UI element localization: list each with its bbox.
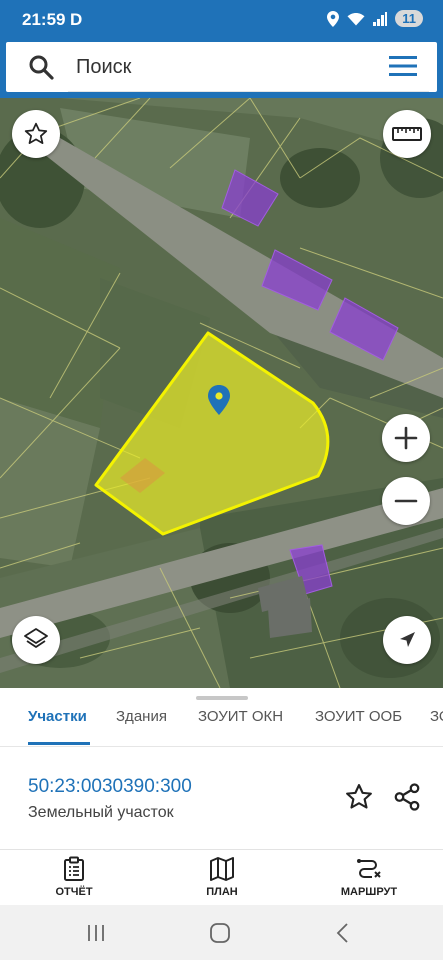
search-input[interactable]: Поиск	[76, 56, 131, 79]
search-underline	[68, 91, 429, 92]
tab-zo[interactable]: ЗО	[430, 708, 443, 746]
cadastral-number[interactable]: 50:23:0030390:300	[28, 776, 192, 798]
search-bar[interactable]: Поиск	[6, 42, 437, 92]
tab-parcels[interactable]: Участки	[28, 708, 87, 746]
report-icon	[64, 856, 84, 881]
status-time: 21:59	[22, 10, 66, 29]
signal-icon	[373, 11, 388, 26]
recent-apps-icon[interactable]	[84, 921, 108, 945]
carrier-indicator: D	[70, 10, 83, 29]
layers-button[interactable]	[12, 616, 60, 664]
tab-zouit-okn[interactable]: ЗОУИТ ОКН	[198, 708, 283, 746]
minus-icon	[394, 499, 418, 503]
navigation-arrow-icon	[400, 632, 415, 647]
add-favorite-star-icon[interactable]	[344, 782, 374, 812]
nav-report[interactable]: ОТЧЁТ	[24, 856, 124, 898]
map-view[interactable]	[0, 98, 443, 688]
nav-report-label: ОТЧЁТ	[55, 886, 93, 898]
back-icon[interactable]	[332, 921, 356, 945]
zoom-out-button[interactable]	[382, 477, 430, 525]
layer-tabs: Участки Здания ЗОУИТ ОКН ЗОУИТ ООБ ЗО	[0, 708, 443, 746]
route-icon	[357, 859, 381, 878]
my-location-button[interactable]	[383, 616, 431, 664]
layers-icon	[24, 628, 48, 648]
parcel-type: Земельный участок	[28, 804, 174, 821]
nav-route[interactable]: МАРШРУТ	[319, 856, 419, 898]
system-navigation-bar	[0, 905, 443, 960]
location-icon	[327, 10, 340, 27]
star-outline-icon	[24, 122, 48, 144]
nav-route-label: МАРШРУТ	[340, 886, 398, 898]
hamburger-menu-icon[interactable]	[389, 55, 417, 77]
zoom-in-button[interactable]	[382, 414, 430, 462]
home-icon[interactable]	[208, 921, 232, 945]
tabs-divider	[0, 746, 443, 747]
share-icon[interactable]	[392, 782, 422, 812]
map-icon	[210, 857, 234, 881]
nav-plan-label: ПЛАН	[206, 886, 238, 898]
info-sheet: Участки Здания ЗОУИТ ОКН ЗОУИТ ООБ ЗО 50…	[0, 688, 443, 848]
ruler-icon	[392, 127, 422, 141]
ruler-button[interactable]	[383, 110, 431, 158]
favorites-map-button[interactable]	[12, 110, 60, 158]
active-tab-indicator	[28, 742, 90, 745]
satellite-map[interactable]	[0, 98, 443, 688]
bottom-navigation: ОТЧЁТ ПЛАН МАРШРУТ	[0, 849, 443, 905]
status-icons: 11	[327, 10, 423, 27]
nav-plan[interactable]: ПЛАН	[172, 856, 272, 898]
wifi-icon	[347, 12, 365, 25]
tab-buildings[interactable]: Здания	[116, 708, 167, 746]
search-icon[interactable]	[28, 54, 54, 80]
status-bar: 21:59 D 11	[0, 0, 443, 40]
plus-icon	[394, 426, 418, 450]
drag-handle[interactable]	[196, 696, 248, 700]
battery-indicator: 11	[395, 10, 423, 27]
tab-zouit-oob[interactable]: ЗОУИТ ООБ	[315, 708, 402, 746]
